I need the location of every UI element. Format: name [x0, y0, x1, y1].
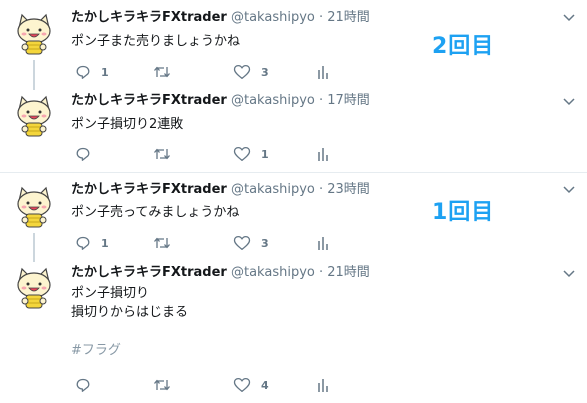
analytics-button[interactable]	[317, 145, 329, 163]
avatar[interactable]	[12, 185, 56, 229]
avatar[interactable]	[12, 94, 56, 138]
heart-icon	[233, 377, 251, 392]
like-count: 3	[261, 236, 269, 250]
display-name[interactable]: たかしキラキラFXtrader	[71, 265, 227, 280]
cat-avatar-icon	[17, 186, 51, 228]
like-button[interactable]: 3	[233, 63, 269, 81]
display-name[interactable]: たかしキラキラFXtrader	[71, 10, 227, 25]
reply-icon	[76, 65, 90, 79]
user-handle[interactable]: @takashipyo	[231, 182, 315, 197]
analytics-button[interactable]	[317, 376, 329, 394]
tweet-text-line: ポン子また売りましょうかね	[71, 34, 241, 49]
chevron-down-icon[interactable]	[563, 270, 575, 278]
timestamp[interactable]: 21時間	[327, 10, 370, 25]
like-count: 4	[261, 378, 269, 392]
cat-avatar-icon	[17, 13, 51, 55]
like-button[interactable]: 3	[233, 234, 269, 252]
tweet[interactable]: たかしキラキラFXtrader @takashipyo · 17時間 ポン子損切…	[0, 88, 587, 172]
analytics-icon	[318, 237, 328, 250]
display-name[interactable]: たかしキラキラFXtrader	[71, 182, 227, 197]
reply-button[interactable]: 1	[75, 234, 109, 252]
timestamp[interactable]: 21時間	[327, 265, 370, 280]
thread-line	[33, 60, 35, 90]
tweet-header: たかしキラキラFXtrader @takashipyo · 21時間	[71, 9, 370, 27]
reply-count: 1	[101, 236, 109, 250]
like-count: 3	[261, 65, 269, 79]
reply-count: 1	[101, 65, 109, 79]
tweet-header: たかしキラキラFXtrader @takashipyo · 17時間	[71, 92, 370, 110]
retweet-icon	[154, 66, 170, 78]
avatar[interactable]	[12, 12, 56, 56]
heart-icon	[233, 146, 251, 161]
avatar[interactable]	[12, 266, 56, 310]
heart-icon	[233, 235, 251, 250]
analytics-icon	[318, 379, 328, 392]
heart-icon	[233, 64, 251, 79]
tweet-actions: 1	[71, 145, 341, 165]
tweet-actions: 1 3	[71, 63, 341, 83]
hashtag-link[interactable]: #フラグ	[71, 341, 188, 360]
retweet-icon	[154, 379, 170, 391]
retweet-button[interactable]	[153, 234, 181, 252]
chevron-down-icon[interactable]	[563, 14, 575, 22]
user-handle[interactable]: @takashipyo	[231, 93, 315, 108]
timestamp[interactable]: 17時間	[327, 93, 370, 108]
timestamp[interactable]: 23時間	[327, 182, 370, 197]
tweet-text: ポン子売ってみましょうかね	[71, 203, 239, 222]
user-handle[interactable]: @takashipyo	[231, 10, 315, 25]
retweet-icon	[154, 237, 170, 249]
retweet-button[interactable]	[153, 145, 181, 163]
tweet-text: ポン子また売りましょうかね	[71, 32, 240, 51]
tweet-text-line: ポン子損切り	[71, 286, 150, 301]
cat-avatar-icon	[17, 267, 51, 309]
second-attempt-label: 2回目	[432, 34, 495, 59]
tweet-actions: 1 3	[71, 234, 341, 254]
like-count: 1	[261, 147, 269, 161]
user-handle[interactable]: @takashipyo	[231, 265, 315, 280]
like-button[interactable]: 1	[233, 145, 269, 163]
reply-icon	[76, 378, 90, 392]
like-button[interactable]: 4	[233, 376, 269, 394]
reply-button[interactable]	[75, 145, 101, 163]
thread-line	[33, 233, 35, 262]
separator-dot: ·	[318, 265, 324, 280]
separator-dot: ·	[318, 10, 324, 25]
tweet-text-line: ポン子売ってみましょうかね	[71, 205, 240, 220]
tweet-actions: 4	[71, 376, 341, 396]
cat-avatar-icon	[17, 95, 51, 137]
chevron-down-icon[interactable]	[563, 98, 575, 106]
tweet-text: ポン子損切り2連敗	[71, 115, 183, 134]
tweet-text: ポン子損切り 損切りからはじまる #フラグ	[71, 284, 188, 360]
analytics-button[interactable]	[317, 234, 329, 252]
reply-button[interactable]: 1	[75, 63, 109, 81]
tweet-text-line: 損切りからはじまる	[71, 305, 189, 320]
analytics-button[interactable]	[317, 63, 329, 81]
analytics-icon	[318, 66, 328, 79]
tweet[interactable]: たかしキラキラFXtrader @takashipyo · 21時間 ポン子また…	[0, 0, 587, 90]
tweet-header: たかしキラキラFXtrader @takashipyo · 23時間	[71, 181, 370, 199]
tweet[interactable]: たかしキラキラFXtrader @takashipyo · 23時間 ポン子売っ…	[0, 173, 587, 262]
tweet-header: たかしキラキラFXtrader @takashipyo · 21時間	[71, 264, 370, 282]
reply-icon	[76, 147, 90, 161]
separator-dot: ·	[318, 182, 324, 197]
analytics-icon	[318, 148, 328, 161]
retweet-button[interactable]	[153, 376, 181, 394]
reply-button[interactable]	[75, 376, 101, 394]
reply-icon	[76, 236, 90, 250]
display-name[interactable]: たかしキラキラFXtrader	[71, 93, 227, 108]
tweet-text-line: ポン子損切り2連敗	[71, 117, 184, 132]
first-attempt-label: 1回目	[432, 200, 495, 225]
retweet-button[interactable]	[153, 63, 181, 81]
tweet[interactable]: たかしキラキラFXtrader @takashipyo · 21時間 ポン子損切…	[0, 260, 587, 403]
chevron-down-icon[interactable]	[563, 186, 575, 194]
separator-dot: ·	[318, 93, 324, 108]
retweet-icon	[154, 148, 170, 160]
